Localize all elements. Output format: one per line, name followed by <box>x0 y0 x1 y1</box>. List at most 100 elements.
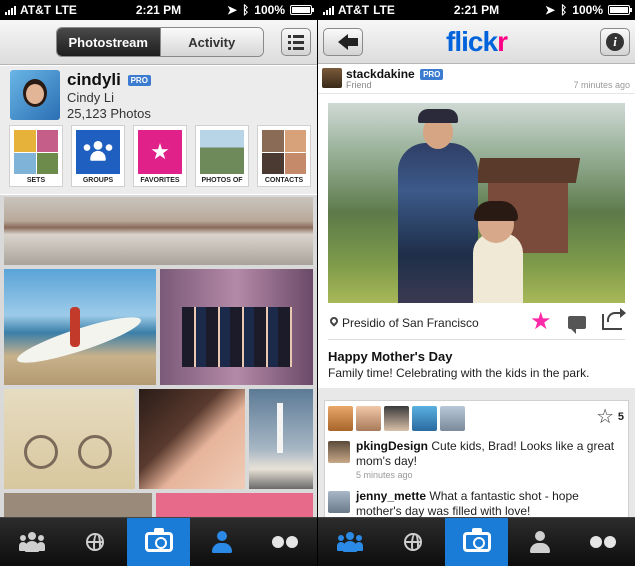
location-label[interactable]: Presidio of San Francisco <box>342 316 479 330</box>
main-photo[interactable] <box>328 103 625 303</box>
fave-avatar[interactable] <box>440 406 465 431</box>
photo-forbidden-city[interactable] <box>4 197 313 265</box>
favorite-star-icon[interactable]: ★ <box>530 310 552 334</box>
photo-bicycle[interactable] <box>4 389 135 489</box>
network-label: LTE <box>55 3 77 17</box>
fave-avatar[interactable] <box>328 406 353 431</box>
tab-camera[interactable] <box>126 518 191 566</box>
tab-contacts[interactable] <box>318 518 381 566</box>
segmented-control: Photostream Activity <box>56 27 264 57</box>
profile-icon <box>529 531 551 553</box>
photo-count: 25,123 Photos <box>67 106 151 121</box>
carrier-label: AT&T <box>338 3 370 17</box>
list-view-button[interactable] <box>281 28 311 56</box>
profile-icon <box>211 531 233 553</box>
info-icon: i <box>606 33 624 51</box>
bluetooth-icon: ᛒ <box>242 3 250 17</box>
network-label: LTE <box>373 3 395 17</box>
groups-icon <box>76 130 120 174</box>
right-screen: AT&T LTE 2:21 PM ➤ ᛒ 100% flickr i stack… <box>318 0 635 566</box>
battery-percent: 100% <box>254 3 285 17</box>
tab-contacts[interactable] <box>0 518 63 566</box>
tab-explore[interactable] <box>381 518 444 566</box>
tile-label: SETS <box>26 177 46 184</box>
tab-camera[interactable] <box>444 518 509 566</box>
photo-group-portrait[interactable] <box>160 269 313 385</box>
faves-row <box>328 406 465 431</box>
profile-tiles: SETS GROUPS ★ FAVORITES PHOTOS OF CONTAC… <box>9 125 311 187</box>
signal-icon <box>5 5 16 15</box>
photo-mother-baby[interactable] <box>139 389 245 489</box>
status-bar: AT&T LTE 2:21 PM ➤ ᛒ 100% <box>0 0 317 20</box>
avatar[interactable] <box>10 70 60 120</box>
comment-author[interactable]: jenny_mette <box>356 489 426 503</box>
photo-surfer[interactable] <box>4 269 156 385</box>
tab-flickr[interactable] <box>254 518 317 566</box>
list-icon <box>288 34 310 38</box>
nav-bar: flickr i <box>318 20 635 64</box>
comment-item: pkingDesign Cute kids, Brad! Looks like … <box>328 439 625 483</box>
back-arrow-icon <box>338 34 358 50</box>
tab-profile[interactable] <box>190 518 253 566</box>
star-icon: ★ <box>138 130 182 174</box>
info-button[interactable]: i <box>600 28 630 56</box>
comment-icon[interactable] <box>568 316 586 334</box>
contacts-thumbnail <box>262 130 306 174</box>
flickr-dots-icon <box>272 536 299 548</box>
profile-realname: Cindy Li <box>67 90 114 105</box>
tile-favorites[interactable]: ★ FAVORITES <box>133 125 187 187</box>
tile-contacts[interactable]: CONTACTS <box>257 125 311 187</box>
tile-groups[interactable]: GROUPS <box>71 125 125 187</box>
fave-avatar[interactable] <box>412 406 437 431</box>
pro-badge: PRO <box>420 69 444 81</box>
tab-photostream[interactable]: Photostream <box>57 28 160 56</box>
comment-author[interactable]: pkingDesign <box>356 439 428 453</box>
status-bar: AT&T LTE 2:21 PM ➤ ᛒ 100% <box>318 0 635 20</box>
post-timestamp: 7 minutes ago <box>573 80 630 90</box>
post-username[interactable]: stackdakine <box>346 67 415 81</box>
tab-profile[interactable] <box>508 518 571 566</box>
tile-label: CONTACTS <box>264 177 304 184</box>
photo-bottom-right[interactable] <box>156 493 313 517</box>
tile-sets[interactable]: SETS <box>9 125 63 187</box>
tab-activity[interactable]: Activity <box>159 28 263 56</box>
contacts-icon <box>18 532 45 552</box>
signal-icon <box>323 5 334 15</box>
bluetooth-icon: ᛒ <box>560 3 568 17</box>
tab-bar <box>0 517 317 566</box>
photo-title: Happy Mother's Day <box>328 349 453 364</box>
back-button[interactable] <box>323 28 363 56</box>
location-pin-icon <box>328 315 340 327</box>
tile-label: FAVORITES <box>140 177 180 184</box>
clock: 2:21 PM <box>453 3 500 17</box>
star-outline-icon[interactable]: ☆ <box>596 407 614 427</box>
photo-bottom-left[interactable] <box>4 493 152 517</box>
photo-shuttle-launch[interactable] <box>249 389 313 489</box>
carrier-label: AT&T <box>20 3 52 17</box>
comment-avatar[interactable] <box>328 441 350 463</box>
sets-thumbnail <box>14 130 58 174</box>
avatar[interactable] <box>322 68 342 88</box>
favorites-count: 5 <box>617 411 624 423</box>
tile-photos-of[interactable]: PHOTOS OF <box>195 125 249 187</box>
comment-avatar[interactable] <box>328 491 350 513</box>
flickr-dots-icon <box>590 536 617 548</box>
battery-icon <box>290 5 314 15</box>
nav-bar: Photostream Activity <box>0 20 317 65</box>
battery-percent: 100% <box>572 3 603 17</box>
share-icon[interactable] <box>602 308 626 330</box>
tab-flickr[interactable] <box>572 518 635 566</box>
profile-username: cindyli <box>67 70 121 89</box>
flickr-logo: flickr <box>446 26 508 57</box>
location-arrow-icon: ➤ <box>545 3 556 17</box>
photostream-grid <box>0 195 317 517</box>
fave-avatar[interactable] <box>384 406 409 431</box>
battery-icon <box>608 5 632 15</box>
divider <box>328 339 625 340</box>
camera-icon <box>144 528 173 552</box>
fave-avatar[interactable] <box>356 406 381 431</box>
tile-label: GROUPS <box>82 177 114 184</box>
comments-card: ☆ 5 pkingDesign Cute kids, Brad! Looks l… <box>324 400 629 518</box>
tab-explore[interactable] <box>63 518 126 566</box>
post-header: stackdakine PRO Friend 7 minutes ago <box>318 64 635 94</box>
